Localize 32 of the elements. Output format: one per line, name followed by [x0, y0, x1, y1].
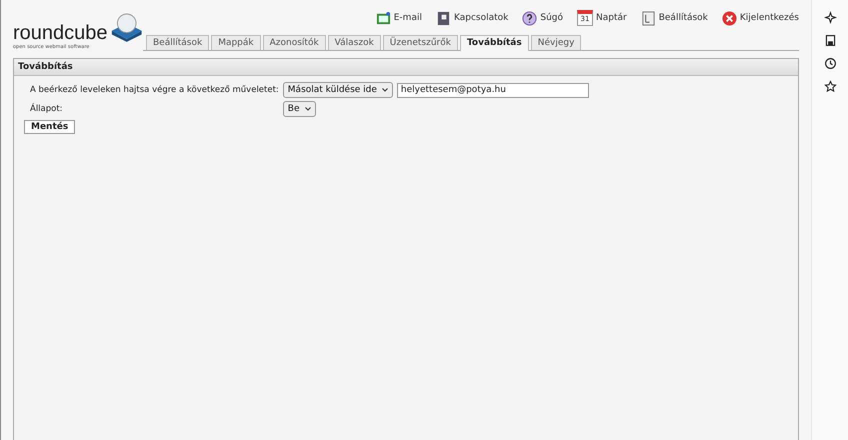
nav-link[interactable]: Kijelentkezés: [722, 10, 799, 26]
nav-link[interactable]: Kapcsolatok: [436, 10, 508, 26]
tab[interactable]: Névjegy: [530, 35, 582, 50]
panel-title: Továbbítás: [14, 59, 798, 76]
tab[interactable]: Üzenetszűrők: [382, 35, 458, 50]
tab[interactable]: Mappák: [211, 35, 261, 50]
address-field[interactable]: helyettesem@potya.hu: [396, 82, 589, 98]
sparkle-icon[interactable]: [824, 11, 836, 24]
chevron-down-icon: [382, 88, 388, 92]
chevron-down-icon: [304, 107, 311, 111]
document-icon: [640, 10, 656, 26]
cube-logo-icon: [110, 11, 143, 43]
nav-link[interactable]: E-mail: [376, 10, 422, 26]
address-book-icon: [436, 10, 451, 26]
star-icon[interactable]: [824, 80, 836, 93]
save-button[interactable]: Mentés: [24, 120, 76, 134]
help-icon: [522, 10, 538, 26]
close-icon: [722, 10, 737, 26]
clock-icon[interactable]: [824, 57, 836, 70]
nav-link[interactable]: Beállítások: [640, 10, 708, 26]
nav-link[interactable]: Súgó: [522, 10, 563, 26]
logo-text: roundcube: [13, 23, 108, 43]
mail-icon: [376, 10, 391, 26]
field-label: A beérkező leveleken hajtsa végre a következő műveletet:: [30, 85, 279, 95]
field-label: Állapot:: [30, 104, 64, 114]
tab[interactable]: Válaszok: [328, 35, 381, 50]
action-dropdown[interactable]: Másolat küldése ide: [282, 82, 393, 98]
tab[interactable]: Beállítások: [146, 35, 210, 50]
tab[interactable]: Azonosítók: [262, 35, 326, 50]
tab[interactable]: Továbbítás: [460, 35, 529, 51]
status-dropdown[interactable]: Be: [282, 101, 316, 117]
save-icon[interactable]: [824, 34, 836, 47]
